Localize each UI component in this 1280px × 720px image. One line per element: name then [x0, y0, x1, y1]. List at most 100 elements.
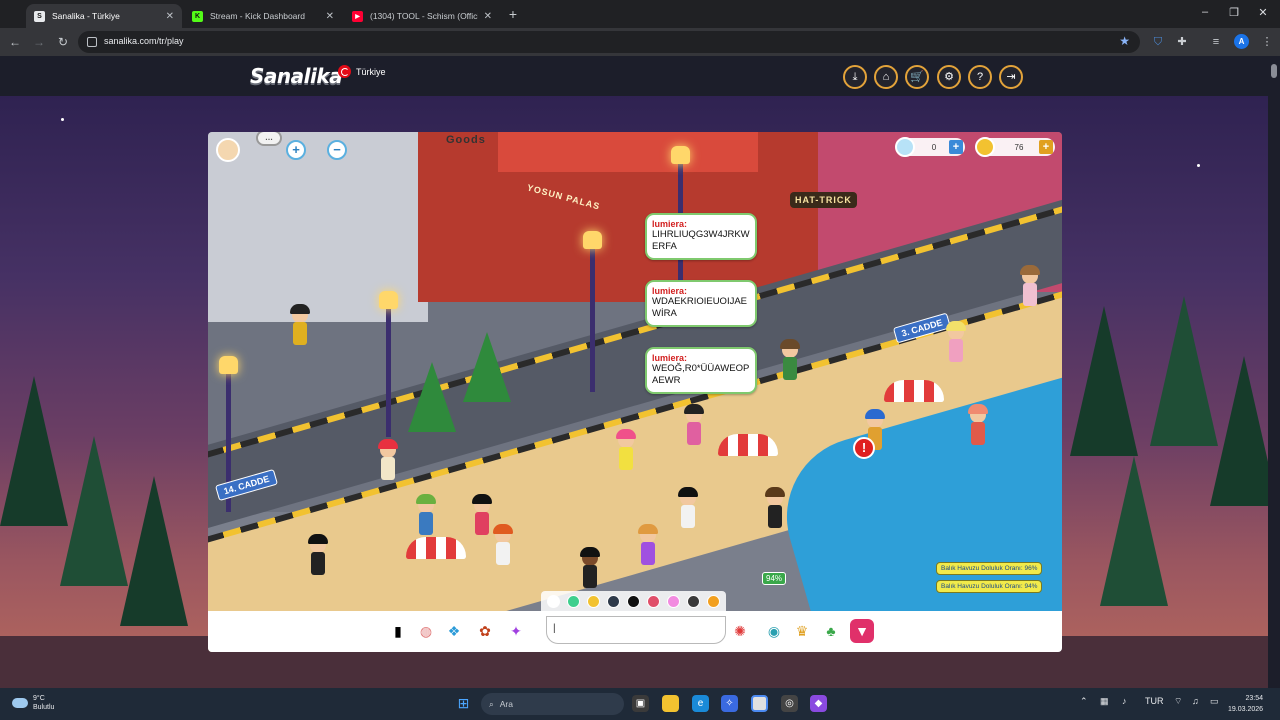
edge-icon[interactable]: e [692, 695, 709, 712]
page-scrollbar[interactable] [1268, 56, 1280, 688]
tray-app-icon[interactable]: ▦ [1100, 696, 1109, 707]
zoom-out-button[interactable]: − [327, 140, 347, 160]
player-avatar[interactable] [946, 321, 966, 362]
player-avatar[interactable] [678, 487, 698, 528]
address-bar[interactable]: sanalika.com/tr/play ★ [78, 31, 1140, 53]
forward-icon[interactable]: → [32, 35, 46, 49]
browser-menu-icon[interactable]: ⋮ [1260, 35, 1274, 49]
browser-toolbar: ← → ↻ sanalika.com/tr/play ★ ⛉ ✚ ≡ A ⋮ [0, 28, 1280, 56]
cart-button[interactable]: 🛒 [905, 65, 929, 89]
logout-button[interactable]: ⇥ [999, 65, 1023, 89]
player-avatar[interactable] [308, 534, 328, 575]
add-coin-button[interactable]: + [1039, 140, 1053, 154]
back-icon[interactable]: ← [8, 35, 22, 49]
system-clock[interactable]: 23:54 19.03.2026 [1228, 693, 1263, 715]
tab-title: Sanalika - Türkiye [52, 11, 120, 21]
help-button[interactable]: ? [968, 65, 992, 89]
color-swatch[interactable] [707, 594, 720, 608]
clock-date: 19.03.2026 [1228, 706, 1264, 713]
dance-icon[interactable]: ✦ [504, 619, 528, 643]
pet-icon[interactable]: ◉ [762, 619, 786, 643]
url-text[interactable]: sanalika.com/tr/play [104, 36, 184, 46]
wifi-icon[interactable]: ⌔ [1174, 696, 1182, 707]
new-tab-button[interactable]: + [505, 6, 521, 22]
color-swatch[interactable] [627, 594, 640, 608]
player-avatar[interactable] [780, 339, 800, 380]
zoom-in-button[interactable]: + [286, 140, 306, 160]
download-button[interactable]: ⤓ [843, 65, 867, 89]
close-tab-icon[interactable]: ✕ [484, 11, 492, 22]
reload-icon[interactable]: ↻ [56, 35, 70, 49]
weather-widget[interactable]: 9°C Bulutlu [12, 694, 54, 712]
profile-avatar[interactable]: A [1234, 34, 1249, 49]
menu-down-icon[interactable]: ▼ [850, 619, 874, 643]
tab-kick-dashboard[interactable]: K Stream - Kick Dashboard ✕ [184, 4, 342, 28]
color-swatch[interactable] [647, 594, 660, 608]
volume-icon[interactable]: ♫ [1192, 696, 1199, 706]
thought-bubble-icon[interactable]: … [256, 132, 282, 146]
player-avatar[interactable] [616, 429, 636, 470]
media-control-icon[interactable]: ≡ [1209, 35, 1223, 49]
site-info-icon[interactable] [87, 37, 97, 47]
battery-icon[interactable]: ▭ [1210, 696, 1219, 707]
windows-start-icon[interactable]: ⊞ [455, 695, 472, 712]
chat-bubble: lumiera: WDAEKRIOIEUOIJAEWİRA [645, 280, 757, 327]
file-explorer-icon[interactable] [662, 695, 679, 712]
trophy-icon[interactable]: ♛ [790, 619, 814, 643]
speech-bubble-icon[interactable]: ✺ [728, 619, 752, 643]
close-tab-icon[interactable]: ✕ [166, 11, 174, 22]
task-view-icon[interactable]: ▣ [632, 695, 649, 712]
color-swatch[interactable] [607, 594, 620, 608]
player-avatar[interactable] [1020, 265, 1040, 306]
minimize-icon[interactable]: – [1198, 6, 1212, 18]
settings-button[interactable]: ⚙ [937, 65, 961, 89]
player-avatar[interactable] [472, 494, 492, 535]
game-viewport[interactable]: Goods YOSUN PALAS HAT-TRICK 14. CADDE 3.… [208, 132, 1062, 652]
chat-input[interactable]: | [546, 616, 726, 644]
player-avatar[interactable] [416, 494, 436, 535]
pine-tree [120, 476, 188, 626]
obs-icon[interactable]: ◎ [781, 695, 798, 712]
maximize-icon[interactable]: ❐ [1227, 6, 1241, 19]
extensions-puzzle-icon[interactable]: ✚ [1175, 35, 1189, 49]
player-avatar[interactable] [290, 304, 310, 345]
player-avatar[interactable] [493, 524, 513, 565]
chat-username: lumiera: [652, 219, 688, 229]
tab-youtube[interactable]: ▶ (1304) TOOL - Schism (Official ✕ [344, 4, 500, 28]
home-button[interactable]: ⌂ [874, 65, 898, 89]
language-indicator[interactable]: TUR [1145, 696, 1164, 706]
tab-sanalika[interactable]: S Sanalika - Türkiye ✕ [26, 4, 182, 28]
copilot-icon[interactable]: ✧ [721, 695, 738, 712]
player-avatar[interactable] [638, 524, 658, 565]
microphone-icon[interactable]: ♪ [1122, 696, 1127, 706]
profile-avatar-button[interactable] [216, 138, 240, 162]
color-swatch[interactable] [667, 594, 680, 608]
app-icon[interactable]: ◆ [810, 695, 827, 712]
sanalika-logo[interactable]: Sanalika [250, 64, 343, 88]
color-swatch[interactable] [687, 594, 700, 608]
taskbar-search[interactable]: ⌕ Ara [481, 693, 624, 715]
player-avatar[interactable] [765, 487, 785, 528]
close-window-icon[interactable]: ✕ [1256, 6, 1270, 19]
player-avatar[interactable] [580, 547, 600, 588]
color-swatch[interactable] [567, 594, 580, 608]
phone-icon[interactable]: ▮ [386, 619, 410, 643]
player-avatar[interactable] [684, 404, 704, 445]
color-swatch[interactable] [587, 594, 600, 608]
exclamation-alert-icon[interactable]: ! [853, 437, 875, 459]
emotes-icon[interactable]: ◍ [414, 619, 438, 643]
fish-icon[interactable]: ❖ [442, 619, 466, 643]
inventory-bag-icon[interactable]: ✿ [473, 619, 497, 643]
close-tab-icon[interactable]: ✕ [326, 11, 334, 22]
shield-extension-icon[interactable]: ⛉ [1151, 35, 1165, 49]
island-icon[interactable]: ♣ [819, 619, 843, 643]
color-swatch[interactable] [547, 594, 560, 608]
bookmark-star-icon[interactable]: ★ [1119, 34, 1130, 48]
star-decoration [1197, 164, 1200, 167]
region-selector[interactable]: Türkiye [338, 65, 386, 78]
add-diamond-button[interactable]: + [949, 140, 963, 154]
player-avatar[interactable] [968, 404, 988, 445]
player-avatar[interactable] [378, 439, 398, 480]
tray-chevron-icon[interactable]: ⌃ [1080, 696, 1088, 707]
chrome-icon[interactable] [751, 695, 768, 712]
